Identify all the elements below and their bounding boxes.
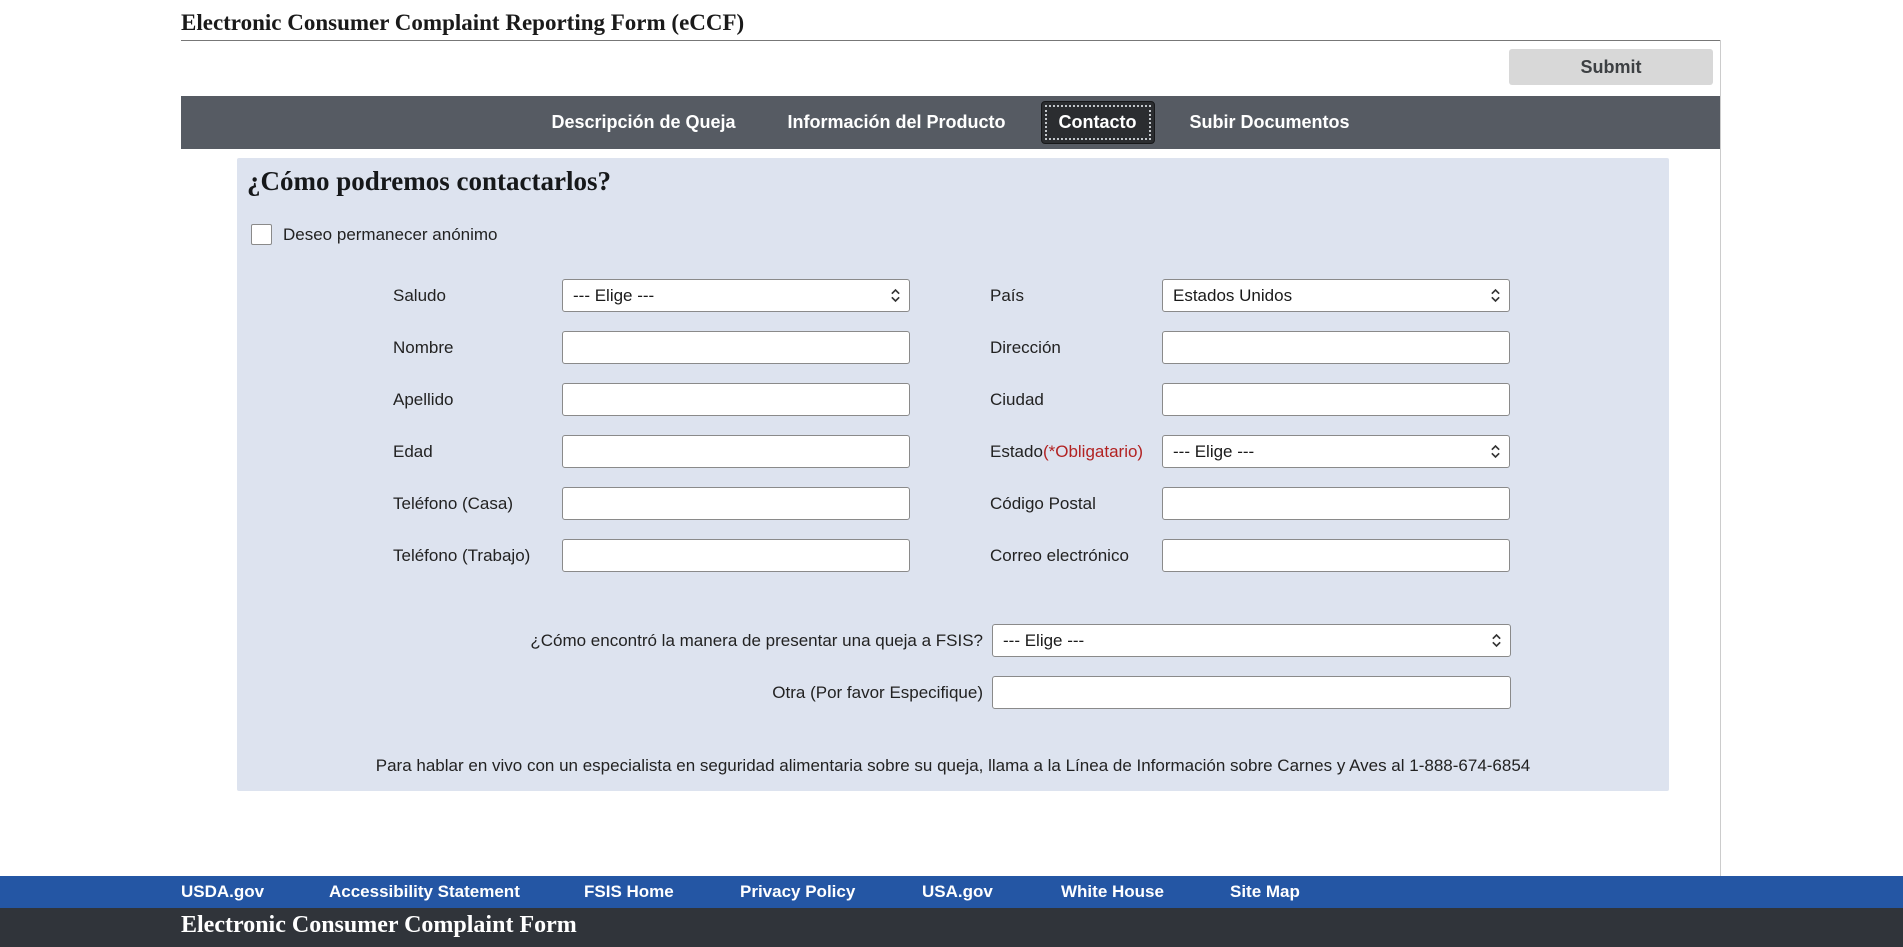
- apellido-row: Apellido: [393, 383, 910, 416]
- anonymous-checkbox-label: Deseo permanecer anónimo: [283, 225, 498, 245]
- correo-electronico-label: Correo electrónico: [990, 546, 1162, 566]
- submit-button[interactable]: Submit: [1509, 49, 1713, 85]
- eccf-page: Electronic Consumer Complaint Reporting …: [0, 0, 1903, 947]
- pais-row: País Estados Unidos: [990, 279, 1510, 312]
- correo-electronico-row: Correo electrónico: [990, 539, 1510, 572]
- saludo-row: Saludo --- Elige ---: [393, 279, 910, 312]
- apellido-input[interactable]: [562, 383, 910, 416]
- tab-subir-documentos[interactable]: Subir Documentos: [1190, 112, 1350, 133]
- telefono-trabajo-row: Teléfono (Trabajo): [393, 539, 910, 572]
- tab-descripcion-de-queja[interactable]: Descripción de Queja: [551, 112, 735, 133]
- ciudad-input[interactable]: [1162, 383, 1510, 416]
- hotline-note: Para hablar en vivo con un especialista …: [237, 756, 1669, 776]
- section-heading: ¿Cómo podremos contactarlos?: [247, 166, 611, 197]
- direccion-input[interactable]: [1162, 331, 1510, 364]
- footer-link-site-map[interactable]: Site Map: [1230, 876, 1300, 908]
- estado-select[interactable]: --- Elige ---: [1162, 435, 1510, 468]
- footer-link-fsis-home[interactable]: FSIS Home: [584, 876, 674, 908]
- estado-label: Estado(*Obligatario): [990, 442, 1162, 462]
- anonymous-row: Deseo permanecer anónimo: [251, 224, 498, 245]
- apellido-label: Apellido: [393, 390, 562, 410]
- telefono-casa-input[interactable]: [562, 487, 910, 520]
- other-specify-row: Otra (Por favor Especifique): [237, 676, 1669, 709]
- how-found-select[interactable]: --- Elige ---: [992, 624, 1511, 657]
- page-title: Electronic Consumer Complaint Reporting …: [181, 10, 744, 36]
- nombre-input[interactable]: [562, 331, 910, 364]
- estado-row: Estado(*Obligatario) --- Elige ---: [990, 435, 1510, 468]
- footer-brand-bar: Electronic Consumer Complaint Form: [0, 908, 1903, 947]
- telefono-trabajo-input[interactable]: [562, 539, 910, 572]
- edad-input[interactable]: [562, 435, 910, 468]
- content-right-border: [1720, 40, 1721, 876]
- contact-left-column: Saludo --- Elige --- Nombre Apellido Eda…: [393, 279, 910, 591]
- saludo-select[interactable]: --- Elige ---: [562, 279, 910, 312]
- how-found-row: ¿Cómo encontró la manera de presentar un…: [237, 624, 1669, 657]
- footer-link-accessibility-statement[interactable]: Accessibility Statement: [329, 876, 520, 908]
- footer-brand: Electronic Consumer Complaint Form: [181, 912, 577, 939]
- nombre-label: Nombre: [393, 338, 562, 358]
- form-tab-bar: Descripción de Queja Información del Pro…: [181, 96, 1720, 149]
- telefono-trabajo-label: Teléfono (Trabajo): [393, 546, 562, 566]
- telefono-casa-label: Teléfono (Casa): [393, 494, 562, 514]
- codigo-postal-input[interactable]: [1162, 487, 1510, 520]
- select-chevrons-icon: [1491, 632, 1502, 649]
- saludo-select-value: --- Elige ---: [573, 286, 654, 306]
- tab-informacion-del-producto[interactable]: Información del Producto: [788, 112, 1006, 133]
- footer-link-usda-gov[interactable]: USDA.gov: [181, 876, 264, 908]
- ciudad-row: Ciudad: [990, 383, 1510, 416]
- select-chevrons-icon: [890, 287, 901, 304]
- how-found-select-value: --- Elige ---: [1003, 631, 1084, 651]
- edad-label: Edad: [393, 442, 562, 462]
- pais-select[interactable]: Estados Unidos: [1162, 279, 1510, 312]
- select-chevrons-icon: [1490, 443, 1501, 460]
- footer-link-privacy-policy[interactable]: Privacy Policy: [740, 876, 855, 908]
- anonymous-checkbox[interactable]: [251, 224, 272, 245]
- ciudad-label: Ciudad: [990, 390, 1162, 410]
- direccion-label: Dirección: [990, 338, 1162, 358]
- contact-right-column: País Estados Unidos Dirección Ciudad Est…: [990, 279, 1510, 591]
- other-specify-input[interactable]: [992, 676, 1511, 709]
- nombre-row: Nombre: [393, 331, 910, 364]
- estado-required-note: (*Obligatario): [1043, 442, 1143, 461]
- tab-contacto[interactable]: Contacto: [1041, 101, 1155, 144]
- direccion-row: Dirección: [990, 331, 1510, 364]
- title-divider: [181, 40, 1720, 41]
- footer-links-bar: USDA.gov Accessibility Statement FSIS Ho…: [0, 876, 1903, 908]
- edad-row: Edad: [393, 435, 910, 468]
- telefono-casa-row: Teléfono (Casa): [393, 487, 910, 520]
- saludo-label: Saludo: [393, 286, 562, 306]
- correo-electronico-input[interactable]: [1162, 539, 1510, 572]
- other-specify-label: Otra (Por favor Especifique): [237, 683, 983, 703]
- select-chevrons-icon: [1490, 287, 1501, 304]
- codigo-postal-label: Código Postal: [990, 494, 1162, 514]
- codigo-postal-row: Código Postal: [990, 487, 1510, 520]
- contact-form-panel: ¿Cómo podremos contactarlos? Deseo perma…: [237, 158, 1669, 791]
- how-found-label: ¿Cómo encontró la manera de presentar un…: [237, 631, 983, 651]
- pais-select-value: Estados Unidos: [1173, 286, 1292, 306]
- pais-label: País: [990, 286, 1162, 306]
- footer-link-usa-gov[interactable]: USA.gov: [922, 876, 993, 908]
- footer-link-white-house[interactable]: White House: [1061, 876, 1164, 908]
- estado-select-value: --- Elige ---: [1173, 442, 1254, 462]
